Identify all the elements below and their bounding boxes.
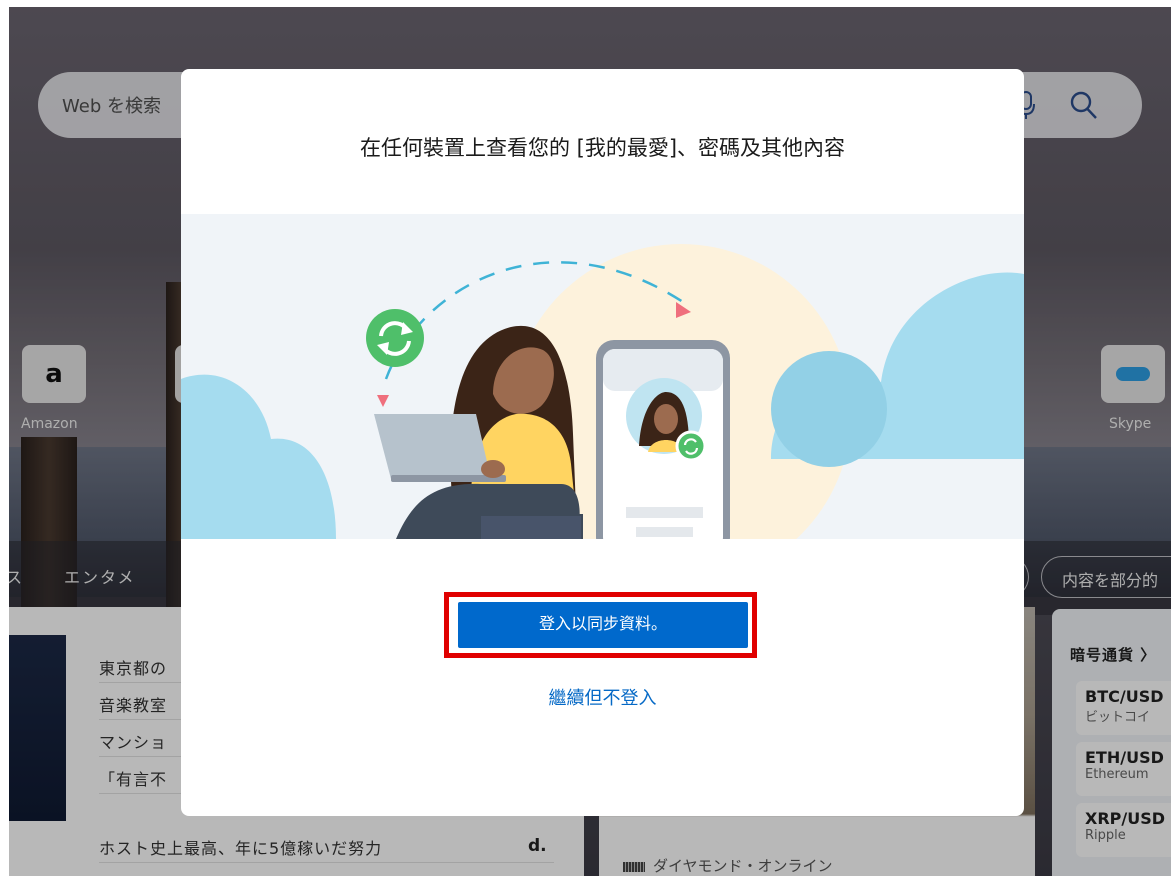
sync-sign-in-dialog: 在任何裝置上查看您的 [我的最愛]、密碼及其他內容 登入以同步資料。 繼續但不登… [181, 69, 1024, 816]
dialog-title: 在任何裝置上查看您的 [我的最愛]、密碼及其他內容 [359, 136, 846, 160]
continue-without-sign-in-link[interactable]: 繼續但不登入 [181, 684, 1024, 710]
sign-in-to-sync-button[interactable]: 登入以同步資料。 [458, 602, 748, 648]
sync-illustration [181, 214, 1024, 539]
sync-icon [366, 309, 424, 367]
